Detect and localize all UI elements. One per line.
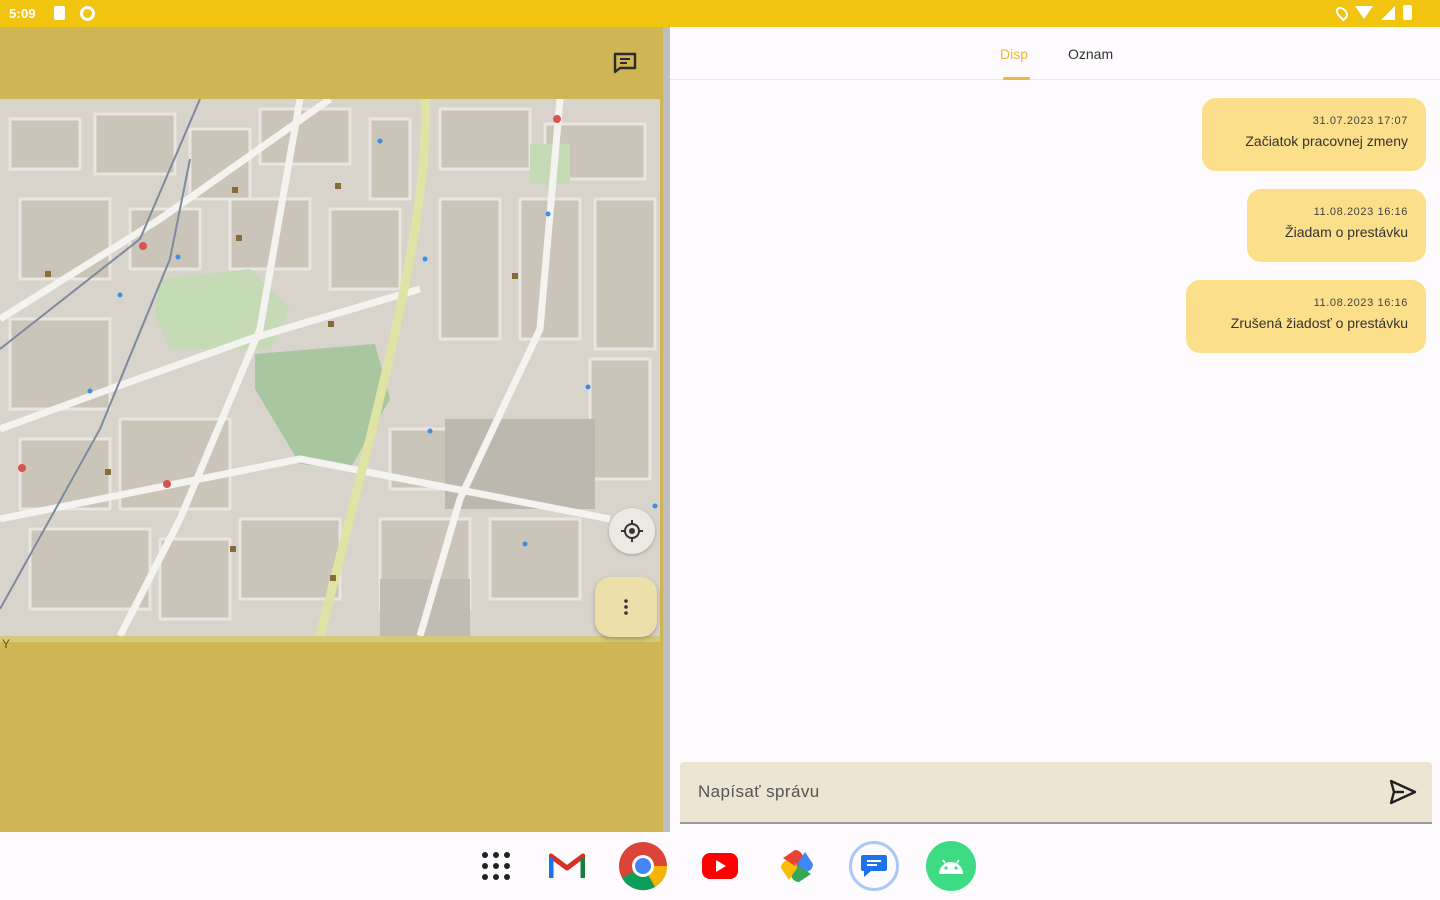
map-view[interactable] — [0, 99, 660, 636]
tab-disp[interactable]: Disp — [1000, 46, 1028, 62]
android-icon[interactable] — [926, 841, 976, 891]
message-timestamp: 11.08.2023 16:16 — [1313, 297, 1408, 309]
taskbar-dock — [0, 832, 1440, 900]
signal-icon — [1381, 5, 1395, 20]
status-bar: 5:09 — [0, 0, 1440, 27]
left-panel-letter: Y — [2, 637, 11, 651]
map-divider — [0, 636, 660, 642]
wifi-icon — [1355, 6, 1373, 19]
more-options-button[interactable] — [595, 577, 657, 637]
message-bubble[interactable]: 31.07.2023 17:07 Začiatok pracovnej zmen… — [1202, 98, 1426, 171]
chat-icon[interactable] — [612, 51, 638, 75]
right-panel: Disp Oznam 31.07.2023 17:07 Začiatok pra… — [670, 27, 1440, 832]
message-bubble[interactable]: 11.08.2023 16:16 Zrušená žiadosť o prest… — [1186, 280, 1426, 353]
left-panel: Y — [0, 27, 663, 832]
messages-icon[interactable] — [849, 841, 899, 891]
tab-indicator — [1003, 77, 1030, 80]
location-icon — [1333, 4, 1351, 21]
battery-icon — [1403, 5, 1412, 20]
send-button[interactable] — [1388, 778, 1418, 806]
status-icons-right — [1333, 4, 1412, 21]
left-toolbar — [0, 27, 663, 99]
send-icon — [1389, 779, 1417, 805]
photos-icon[interactable] — [772, 841, 822, 891]
more-vert-icon — [624, 599, 628, 615]
sim-card-icon — [54, 6, 65, 20]
my-location-icon — [621, 520, 643, 542]
vpn-icon — [80, 6, 95, 21]
youtube-icon[interactable] — [695, 841, 745, 891]
message-timestamp: 31.07.2023 17:07 — [1312, 115, 1408, 127]
message-text: Zrušená žiadosť o prestávku — [1230, 315, 1408, 331]
message-input[interactable] — [680, 762, 1380, 822]
app-drawer-icon[interactable] — [471, 841, 521, 891]
message-composer — [680, 762, 1432, 824]
status-time: 5:09 — [9, 6, 36, 21]
tab-oznam[interactable]: Oznam — [1068, 46, 1113, 62]
my-location-button[interactable] — [609, 508, 655, 554]
message-text: Začiatok pracovnej zmeny — [1245, 133, 1408, 149]
message-timestamp: 11.08.2023 16:16 — [1313, 206, 1408, 218]
message-text: Žiadam o prestávku — [1285, 224, 1408, 240]
gmail-icon[interactable] — [542, 841, 592, 891]
chrome-icon[interactable] — [618, 841, 668, 891]
tab-bar: Disp Oznam — [670, 27, 1440, 80]
split-screen-divider[interactable] — [663, 27, 670, 832]
message-bubble[interactable]: 11.08.2023 16:16 Žiadam o prestávku — [1247, 189, 1426, 262]
